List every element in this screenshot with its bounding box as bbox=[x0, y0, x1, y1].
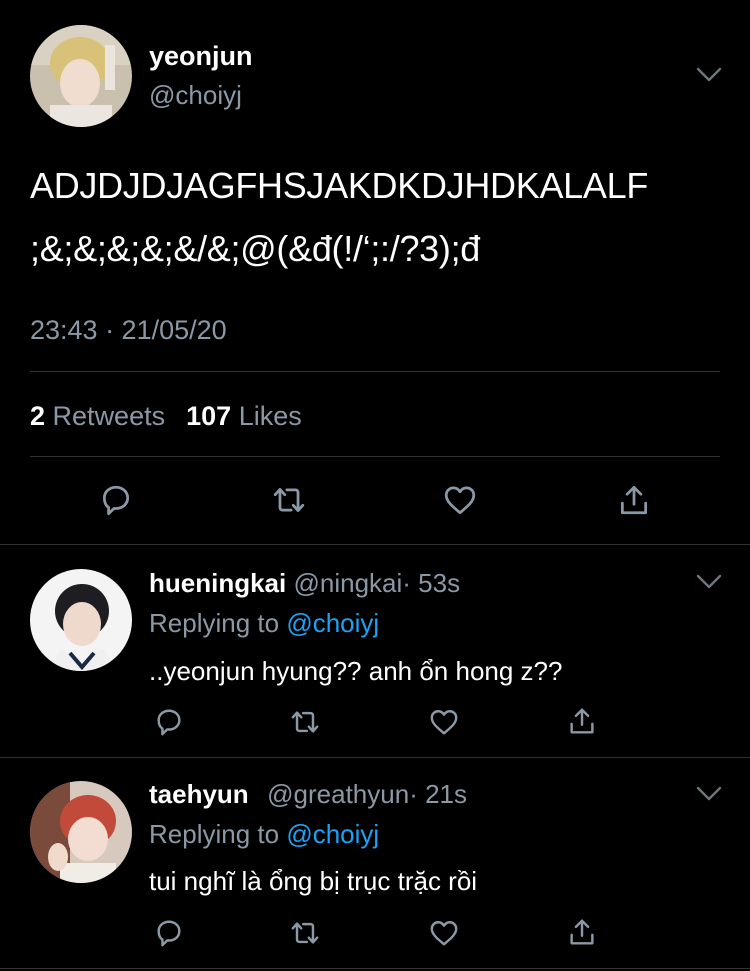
replying-to: Replying to @choiyj bbox=[149, 819, 379, 850]
reply-icon[interactable] bbox=[153, 707, 185, 737]
author-handle[interactable]: @choiyj bbox=[149, 80, 242, 111]
share-icon[interactable] bbox=[566, 705, 598, 737]
like-icon[interactable] bbox=[428, 918, 460, 948]
chevron-down-icon[interactable] bbox=[695, 572, 723, 592]
avatar[interactable] bbox=[30, 781, 132, 883]
retweet-icon[interactable] bbox=[270, 483, 308, 517]
replying-to-mention[interactable]: @choiyj bbox=[286, 608, 379, 638]
reply-header: hueningkai @ningkai· 53s bbox=[149, 568, 460, 599]
engagement-stats: 2 Retweets 107 Likes bbox=[30, 401, 302, 432]
divider bbox=[30, 456, 720, 457]
share-icon[interactable] bbox=[616, 482, 652, 518]
reply-text: tui nghĩ là ổng bị trục trặc rồi bbox=[149, 866, 478, 896]
reply-author-handle[interactable]: @ningkai bbox=[293, 568, 402, 598]
reply-author-name[interactable]: taehyun bbox=[149, 779, 249, 809]
chevron-down-icon[interactable] bbox=[695, 784, 723, 804]
share-icon[interactable] bbox=[566, 916, 598, 948]
tweet-timestamp[interactable]: 23:43 · 21/05/20 bbox=[30, 315, 227, 346]
avatar[interactable] bbox=[30, 25, 132, 127]
replying-to-label: Replying to bbox=[149, 819, 280, 849]
divider bbox=[0, 544, 750, 545]
reply-time[interactable]: · 21s bbox=[409, 779, 467, 809]
divider bbox=[30, 371, 720, 372]
reply-header: taehyun @greathyun· 21s bbox=[149, 779, 467, 810]
replying-to-mention[interactable]: @choiyj bbox=[286, 819, 379, 849]
avatar[interactable] bbox=[30, 569, 132, 671]
likes-count[interactable]: 107 bbox=[186, 401, 231, 431]
replying-to: Replying to @choiyj bbox=[149, 608, 379, 639]
divider bbox=[0, 757, 750, 758]
author-name[interactable]: yeonjun bbox=[149, 41, 253, 72]
retweet-icon[interactable] bbox=[288, 707, 322, 737]
likes-label[interactable]: Likes bbox=[239, 401, 302, 431]
retweets-label[interactable]: Retweets bbox=[53, 401, 166, 431]
replying-to-label: Replying to bbox=[149, 608, 280, 638]
like-icon[interactable] bbox=[442, 483, 478, 517]
tweet-text-line-2: ;&;&;&;&;&/&;@(&đ(!/‘;:/?3);đ bbox=[30, 228, 481, 269]
chevron-down-icon[interactable] bbox=[695, 65, 723, 85]
retweet-icon[interactable] bbox=[288, 918, 322, 948]
retweets-count[interactable]: 2 bbox=[30, 401, 45, 431]
reply-icon[interactable] bbox=[153, 918, 185, 948]
like-icon[interactable] bbox=[428, 707, 460, 737]
reply-time[interactable]: · 53s bbox=[402, 568, 460, 598]
reply-author-handle[interactable]: @greathyun bbox=[267, 779, 409, 809]
reply-text: ..yeonjun hyung?? anh ổn hong z?? bbox=[149, 656, 563, 686]
divider bbox=[0, 968, 750, 969]
reply-icon[interactable] bbox=[98, 483, 134, 517]
tweet-text-line-1: ADJDJDJAGFHSJAKDKDJHDKALALF bbox=[30, 165, 649, 206]
reply-author-name[interactable]: hueningkai bbox=[149, 568, 286, 598]
